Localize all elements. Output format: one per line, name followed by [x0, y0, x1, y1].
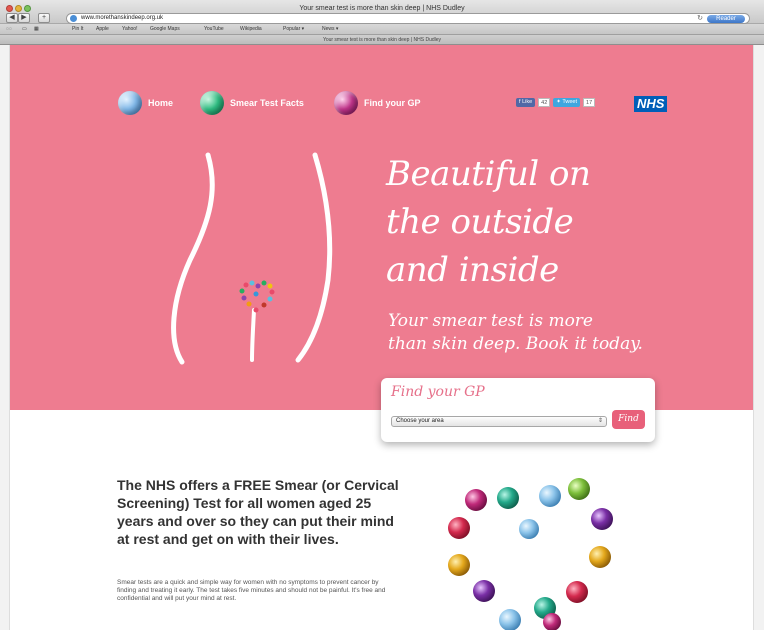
- headline-line-2: the outside: [386, 202, 574, 242]
- small-gem-heart-icon: [239, 280, 275, 313]
- bookmark-item[interactable]: Wikipedia: [240, 26, 262, 32]
- bookmark-item[interactable]: YouTube: [204, 26, 224, 32]
- select-arrows-icon: ⇕: [597, 418, 603, 424]
- headline-line-3: and inside: [386, 250, 559, 290]
- headline-line-1: Beautiful on: [386, 154, 591, 194]
- back-button[interactable]: ◀: [6, 13, 18, 23]
- find-button[interactable]: Find: [612, 410, 645, 429]
- intro-body: Smear tests are a quick and simple way f…: [117, 579, 386, 602]
- area-select[interactable]: Choose your area ⇕: [391, 416, 607, 427]
- page-left-margin: [0, 45, 10, 630]
- tweet-button[interactable]: ✦ Tweet: [553, 98, 581, 107]
- left-body-curve: [171, 152, 215, 365]
- center-line: [250, 308, 256, 362]
- reader-button[interactable]: Reader: [707, 15, 745, 23]
- reload-icon[interactable]: ↻: [697, 14, 703, 22]
- intro-heading: The NHS offers a FREE Smear (or Cervical…: [117, 477, 399, 547]
- bookmark-item[interactable]: News ▾: [322, 26, 338, 32]
- subline-line-2: than skin deep. Book it today.: [388, 334, 643, 354]
- green-gem-icon: [200, 91, 224, 115]
- tab-strip: Your smear test is more than skin deep |…: [0, 35, 764, 45]
- gem-heart-illustration: [448, 478, 613, 630]
- magenta-gem-icon: [334, 91, 358, 115]
- nav-find-your-gp[interactable]: Find your GP: [334, 90, 421, 116]
- hero-subline: Your smear test is more than skin deep. …: [388, 310, 708, 356]
- bookmarks-book-icon[interactable]: ▭: [22, 26, 27, 32]
- nav-facts-label: Smear Test Facts: [230, 98, 304, 108]
- find-gp-panel: Find your GP Choose your area ⇕ Find: [381, 378, 655, 442]
- page-right-margin: [753, 45, 764, 630]
- top-sites-grid-icon[interactable]: ▦: [34, 26, 39, 32]
- active-tab-title[interactable]: Your smear test is more than skin deep |…: [0, 37, 764, 43]
- url-text: www.morethanskindeep.org.uk: [81, 15, 164, 21]
- nav-home-label: Home: [148, 98, 174, 108]
- like-count: 42: [538, 98, 551, 107]
- window-title: Your smear test is more than skin deep |…: [299, 5, 465, 12]
- nav-findgp-label: Find your GP: [364, 98, 421, 108]
- area-select-value: Choose your area: [396, 418, 444, 424]
- bookmark-item[interactable]: Popular ▾: [283, 26, 304, 32]
- body-outline-illustration: [171, 152, 333, 365]
- nhs-logo[interactable]: NHS: [634, 96, 668, 112]
- blue-gem-icon: [118, 91, 142, 115]
- site-globe-icon: [70, 15, 77, 22]
- forward-button[interactable]: ▶: [18, 13, 30, 23]
- facebook-like-button[interactable]: f Like: [516, 98, 536, 107]
- right-body-curve: [295, 152, 333, 363]
- bookmark-item[interactable]: Yahoo!: [122, 26, 137, 32]
- tweet-count: 17: [583, 98, 596, 107]
- social-buttons: f Like 42 ✦ Tweet 17: [516, 98, 596, 107]
- bookmark-item[interactable]: Apple: [96, 26, 109, 32]
- subline-line-1: Your smear test is more: [388, 311, 593, 331]
- bookmark-item[interactable]: Pin It: [72, 26, 83, 32]
- address-bar[interactable]: www.morethanskindeep.org.uk ↻ Reader: [66, 13, 750, 24]
- hero-headline: Beautiful on the outside and inside: [386, 150, 746, 294]
- nav-smear-test-facts[interactable]: Smear Test Facts: [200, 90, 304, 116]
- bookmarks-bar: ◌◌ ▭ ▦ Pin It Apple Yahoo! Google Maps Y…: [0, 24, 764, 35]
- bookmark-item[interactable]: Google Maps: [150, 26, 180, 32]
- add-bookmark-button[interactable]: +: [38, 13, 50, 23]
- find-gp-title: Find your GP: [391, 384, 485, 400]
- nav-home[interactable]: Home: [118, 90, 173, 116]
- reading-list-icon[interactable]: ◌◌: [6, 26, 12, 32]
